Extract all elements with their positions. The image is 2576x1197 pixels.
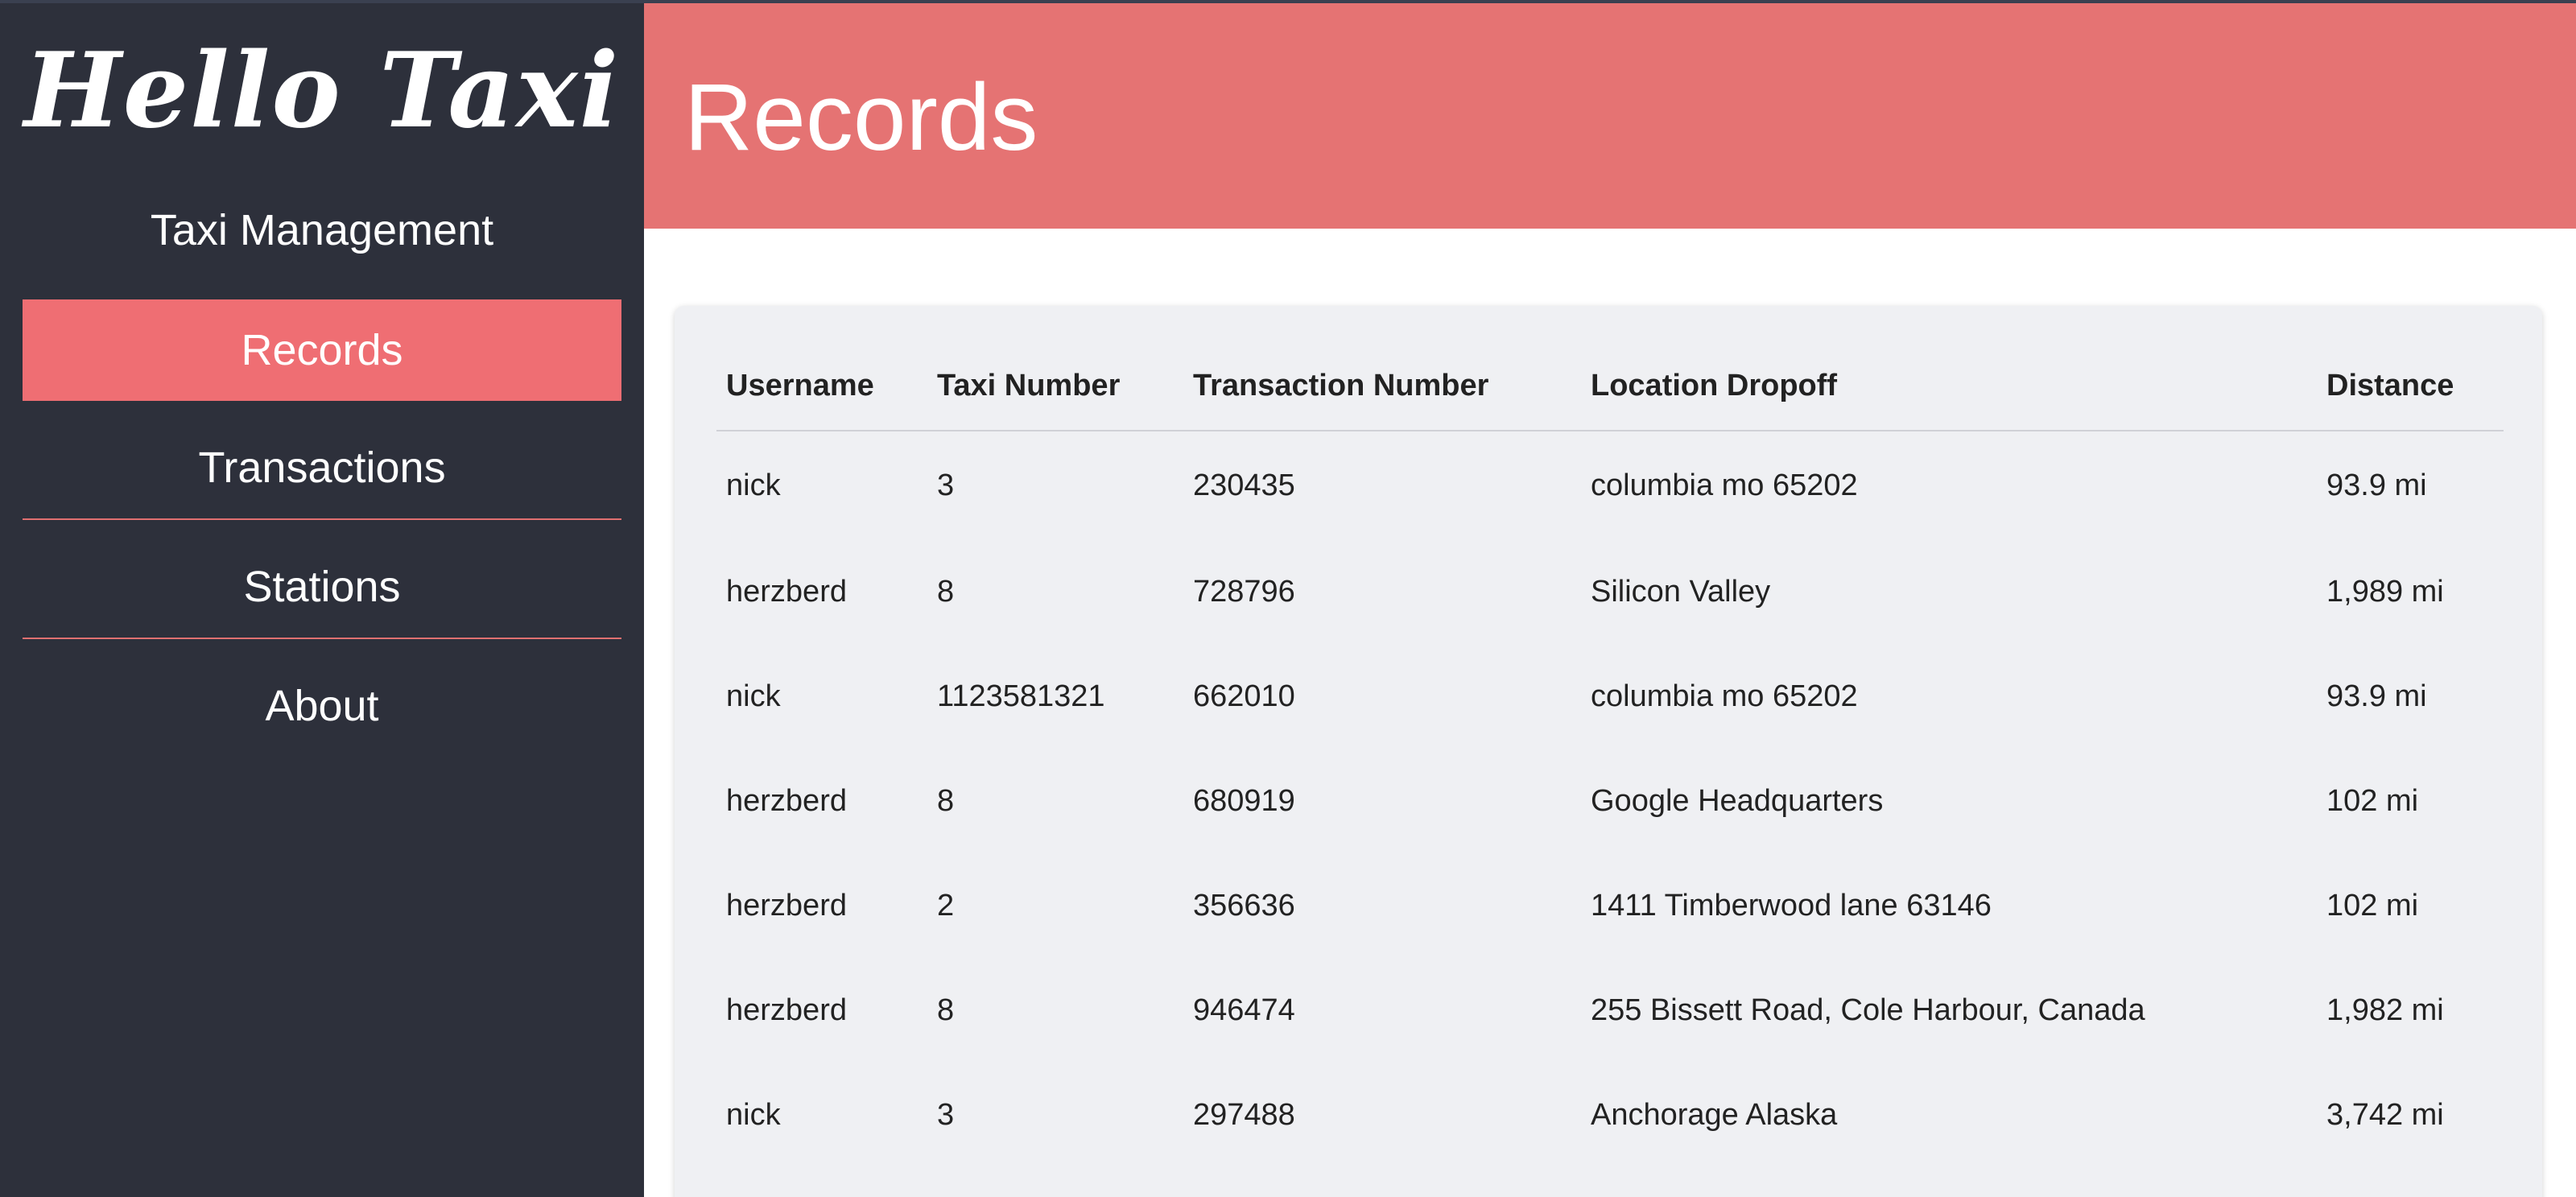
cell-username: nick [726, 679, 781, 713]
table-row[interactable]: herzberd 8 680919 Google Headquarters 10… [716, 749, 2504, 853]
column-header-location-dropoff[interactable]: Location Dropoff [1581, 341, 2317, 431]
column-header-username[interactable]: Username [716, 341, 927, 431]
cell-taxi-number: 3 [937, 468, 955, 502]
sidebar-item-stations[interactable]: Stations [23, 536, 621, 639]
cell-transaction-number: 946474 [1193, 993, 1295, 1027]
app-window: Hello Taxi Taxi Management Records Trans… [0, 0, 2576, 1197]
table-header-row: Username Taxi Number Transaction Number … [716, 341, 2504, 431]
cell-distance: 93.9 mi [2326, 468, 2427, 502]
table-row[interactable]: nick 1123581321 662010 columbia mo 65202… [716, 644, 2504, 749]
records-card: Username Taxi Number Transaction Number … [675, 306, 2542, 1197]
column-header-distance[interactable]: Distance [2317, 341, 2504, 431]
cell-username: herzberd [726, 783, 847, 818]
cell-taxi-number: 3 [937, 1097, 955, 1132]
cell-location-dropoff: Silicon Valley [1591, 574, 1771, 609]
cell-location-dropoff: columbia mo 65202 [1591, 468, 1858, 502]
cell-location-dropoff: 255 Bissett Road, Cole Harbour, Canada [1591, 993, 2145, 1027]
cell-username: nick [726, 1097, 781, 1132]
cell-transaction-number: 728796 [1193, 574, 1295, 609]
brand-logo[interactable]: Hello Taxi [0, 31, 644, 151]
cell-transaction-number: 356636 [1193, 888, 1295, 923]
sidebar-item-records[interactable]: Records [23, 299, 621, 401]
cell-taxi-number: 8 [937, 783, 955, 818]
records-table: Username Taxi Number Transaction Number … [716, 341, 2504, 1167]
cell-location-dropoff: columbia mo 65202 [1591, 679, 1858, 713]
cell-taxi-number: 1123581321 [937, 679, 1105, 713]
cell-transaction-number: 680919 [1193, 783, 1295, 818]
cell-transaction-number: 230435 [1193, 468, 1295, 502]
cell-distance: 93.9 mi [2326, 679, 2427, 713]
cell-distance: 3,742 mi [2326, 1097, 2444, 1132]
table-row[interactable]: nick 3 230435 columbia mo 65202 93.9 mi [716, 431, 2504, 539]
cell-transaction-number: 297488 [1193, 1097, 1295, 1132]
page-title: Records [684, 64, 1038, 171]
cell-username: herzberd [726, 993, 847, 1027]
page-header: Records [644, 3, 2576, 229]
cell-transaction-number: 662010 [1193, 679, 1295, 713]
sidebar-subtitle: Taxi Management [150, 206, 494, 254]
sidebar-item-transactions[interactable]: Transactions [23, 417, 621, 520]
cell-distance: 1,989 mi [2326, 574, 2444, 609]
table-row[interactable]: herzberd 2 356636 1411 Timberwood lane 6… [716, 853, 2504, 958]
table-row[interactable]: herzberd 8 946474 255 Bissett Road, Cole… [716, 958, 2504, 1063]
column-header-taxi-number[interactable]: Taxi Number [927, 341, 1183, 431]
sidebar: Hello Taxi Taxi Management Records Trans… [0, 3, 644, 1197]
cell-taxi-number: 8 [937, 574, 955, 609]
sidebar-item-about[interactable]: About [23, 655, 621, 757]
sidebar-nav: Records Transactions Stations About [23, 299, 621, 773]
column-header-transaction-number[interactable]: Transaction Number [1183, 341, 1581, 431]
cell-distance: 102 mi [2326, 888, 2419, 923]
cell-username: nick [726, 468, 781, 502]
cell-distance: 1,982 mi [2326, 993, 2444, 1027]
cell-location-dropoff: Google Headquarters [1591, 783, 1884, 818]
cell-distance: 102 mi [2326, 783, 2419, 818]
table-row[interactable]: herzberd 8 728796 Silicon Valley 1,989 m… [716, 539, 2504, 644]
cell-taxi-number: 2 [937, 888, 955, 923]
table-row[interactable]: nick 3 297488 Anchorage Alaska 3,742 mi [716, 1063, 2504, 1167]
cell-username: herzberd [726, 574, 847, 609]
cell-taxi-number: 8 [937, 993, 955, 1027]
cell-location-dropoff: 1411 Timberwood lane 63146 [1591, 888, 1992, 923]
cell-location-dropoff: Anchorage Alaska [1591, 1097, 1838, 1132]
cell-username: herzberd [726, 888, 847, 923]
